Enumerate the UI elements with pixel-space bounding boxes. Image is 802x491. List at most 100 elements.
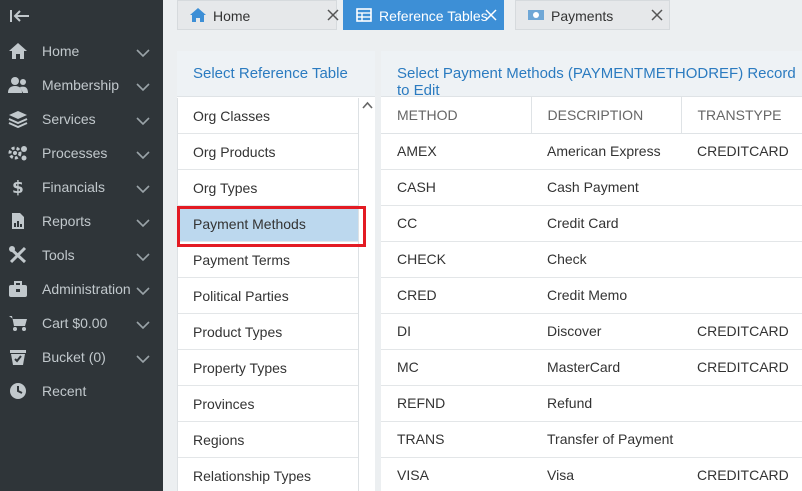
- list-item[interactable]: Payment Terms: [178, 242, 358, 278]
- chevron-down-icon: [136, 147, 150, 160]
- sidebar: Home Membership Services Processes $ Fin…: [0, 0, 163, 491]
- column-header-description[interactable]: DESCRIPTION: [531, 97, 682, 134]
- users-icon: [8, 76, 28, 94]
- sidebar-item-label: Processes: [42, 145, 108, 161]
- home-icon: [190, 8, 206, 22]
- list-item[interactable]: Org Classes: [178, 98, 358, 134]
- sidebar-item-home[interactable]: Home: [0, 34, 163, 68]
- table-row[interactable]: AMEX American Express CREDITCARD: [381, 133, 802, 170]
- table-cell: CREDITCARD: [681, 457, 802, 491]
- table-row[interactable]: CRED Credit Memo: [381, 277, 802, 314]
- table-cell: [681, 385, 802, 422]
- table-cell: Credit Memo: [531, 277, 681, 314]
- list-item[interactable]: Org Products: [178, 134, 358, 170]
- table-cell: MasterCard: [531, 349, 681, 386]
- chevron-down-icon: [136, 181, 150, 194]
- sidebar-item-label: Bucket (0): [42, 349, 106, 365]
- scroll-up-icon[interactable]: [360, 98, 375, 114]
- table-row[interactable]: REFND Refund: [381, 385, 802, 422]
- records-panel: Select Payment Methods (PAYMENTMETHODREF…: [381, 51, 802, 491]
- tab-payments[interactable]: Payments: [515, 0, 670, 30]
- table-row[interactable]: MC MasterCard CREDITCARD: [381, 349, 802, 386]
- table-cell: AMEX: [381, 133, 531, 170]
- close-icon[interactable]: [650, 8, 664, 22]
- dollar-icon: $: [8, 178, 28, 196]
- table-row[interactable]: VISA Visa CREDITCARD: [381, 457, 802, 491]
- tab-label: Payments: [551, 8, 614, 24]
- tab-label: Reference Tables: [379, 8, 488, 24]
- table-row[interactable]: CASH Cash Payment: [381, 169, 802, 206]
- report-icon: [8, 212, 28, 230]
- chevron-down-icon: [136, 45, 150, 58]
- sidebar-item-processes[interactable]: Processes: [0, 136, 163, 170]
- table-cell: Cash Payment: [531, 169, 681, 206]
- sidebar-item-cart[interactable]: Cart $0.00: [0, 306, 163, 340]
- sidebar-item-tools[interactable]: Tools: [0, 238, 163, 272]
- list-item[interactable]: Payment Methods: [178, 206, 358, 242]
- sidebar-item-bucket[interactable]: Bucket (0): [0, 340, 163, 374]
- close-icon[interactable]: [326, 8, 340, 22]
- reference-table-list: Org Classes Org Products Org Types Payment …: [177, 98, 359, 491]
- sidebar-item-services[interactable]: Services: [0, 102, 163, 136]
- chevron-down-icon: [136, 249, 150, 262]
- list-item[interactable]: Relationship Types: [178, 458, 358, 491]
- sidebar-item-label: Administration: [42, 281, 131, 297]
- column-header-transtype[interactable]: TRANSTYPE: [681, 97, 802, 134]
- table-cell: CHECK: [381, 241, 531, 278]
- list-item[interactable]: Product Types: [178, 314, 358, 350]
- table-cell: American Express: [531, 133, 681, 170]
- table-cell: CASH: [381, 169, 531, 206]
- tab-reference-tables[interactable]: Reference Tables: [343, 0, 504, 30]
- list-item[interactable]: Property Types: [178, 350, 358, 386]
- sidebar-item-label: Membership: [42, 77, 120, 93]
- chevron-down-icon: [136, 215, 150, 228]
- list-item[interactable]: Org Types: [178, 170, 358, 206]
- table-cell: [681, 169, 802, 206]
- clock-icon: [8, 382, 28, 400]
- tab-bar: Home Reference Tables Payments: [163, 0, 802, 32]
- chevron-down-icon: [136, 79, 150, 92]
- table-row[interactable]: CC Credit Card: [381, 205, 802, 242]
- sidebar-nav: Home Membership Services Processes $ Fin…: [0, 34, 163, 408]
- bucket-icon: [8, 348, 28, 366]
- table-cell: Refund: [531, 385, 681, 422]
- sidebar-item-membership[interactable]: Membership: [0, 68, 163, 102]
- table-cell: TRANS: [381, 421, 531, 458]
- list-item[interactable]: Provinces: [178, 386, 358, 422]
- table-cell: CC: [381, 205, 531, 242]
- panel-title: Select Reference Table: [177, 51, 375, 97]
- table-cell: Credit Card: [531, 205, 681, 242]
- table-icon: [356, 8, 372, 22]
- table-row[interactable]: DI Discover CREDITCARD: [381, 313, 802, 350]
- cart-icon: [8, 314, 28, 332]
- table-cell: [681, 205, 802, 242]
- chevron-down-icon: [136, 113, 150, 126]
- sidebar-item-recent[interactable]: Recent: [0, 374, 163, 408]
- table-row[interactable]: CHECK Check: [381, 241, 802, 278]
- table-cell: [681, 421, 802, 458]
- list-item[interactable]: Regions: [178, 422, 358, 458]
- sidebar-item-financials[interactable]: $ Financials: [0, 170, 163, 204]
- reference-table-panel: Select Reference Table Org Classes Org Pr…: [177, 51, 375, 491]
- money-icon: [528, 8, 544, 22]
- chevron-down-icon: [136, 317, 150, 330]
- tools-icon: [8, 246, 28, 264]
- table-cell: Discover: [531, 313, 681, 350]
- table-cell: REFND: [381, 385, 531, 422]
- table-row[interactable]: TRANS Transfer of Payment: [381, 421, 802, 458]
- sidebar-item-label: Reports: [42, 213, 92, 229]
- list-item[interactable]: Political Parties: [178, 278, 358, 314]
- collapse-sidebar-icon[interactable]: [8, 6, 32, 26]
- close-icon[interactable]: [484, 8, 498, 22]
- sidebar-item-administration[interactable]: Administration: [0, 272, 163, 306]
- home-icon: [8, 42, 28, 60]
- sidebar-item-reports[interactable]: Reports: [0, 204, 163, 238]
- sidebar-item-label: Recent: [42, 383, 87, 399]
- layers-icon: [8, 110, 28, 128]
- table-cell: VISA: [381, 457, 531, 491]
- table-cell: Visa: [531, 457, 681, 491]
- tab-home[interactable]: Home: [177, 0, 340, 30]
- svg-text:$: $: [12, 178, 24, 196]
- table-cell: DI: [381, 313, 531, 350]
- column-header-method[interactable]: METHOD: [381, 97, 532, 134]
